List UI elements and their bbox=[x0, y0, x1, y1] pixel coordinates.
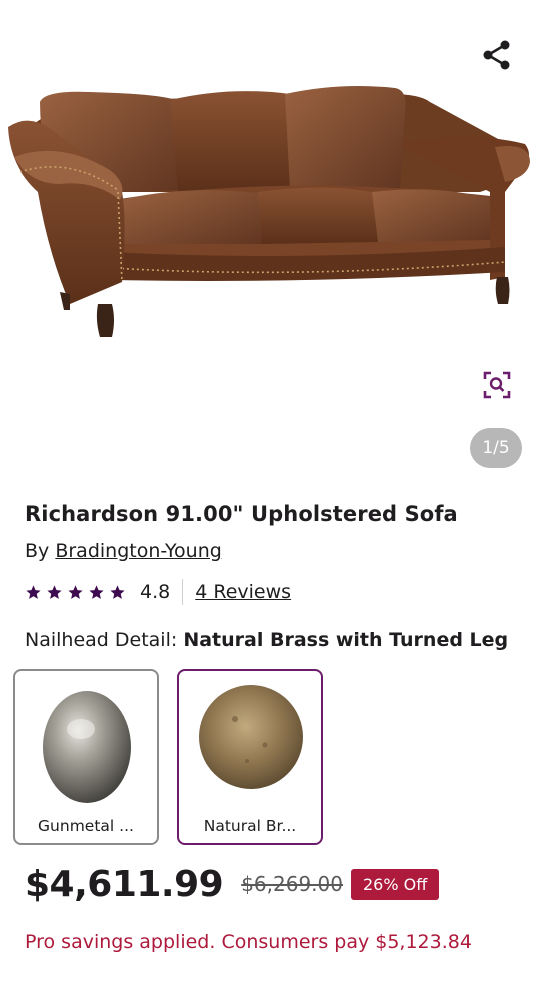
visual-search-icon bbox=[483, 371, 511, 399]
star-icon bbox=[68, 584, 83, 599]
rating-divider bbox=[182, 579, 184, 605]
reviews-link[interactable]: 4 Reviews bbox=[195, 581, 291, 603]
sale-price: $4,611.99 bbox=[25, 863, 224, 905]
brand-link[interactable]: Bradington-Young bbox=[55, 540, 222, 562]
star-rating bbox=[25, 584, 126, 601]
image-pager-badge: 1/5 bbox=[470, 428, 522, 468]
swatch-natural-brass[interactable]: Natural Br... bbox=[177, 669, 323, 845]
swatch-label: Natural Br... bbox=[203, 817, 297, 835]
star-icon bbox=[26, 584, 41, 599]
rating-row: 4.8 4 Reviews bbox=[25, 578, 291, 606]
pro-savings-message: Pro savings applied. Consumers pay $5,12… bbox=[25, 931, 472, 953]
star-icon bbox=[89, 584, 104, 599]
brand-byline: By Bradington-Young bbox=[25, 540, 222, 562]
swatch-gunmetal[interactable]: Gunmetal ... bbox=[13, 669, 159, 845]
option-name: Nailhead Detail: bbox=[25, 629, 178, 651]
star-icon bbox=[47, 584, 62, 599]
product-title: Richardson 91.00" Upholstered Sofa bbox=[25, 502, 458, 526]
gunmetal-nailhead-image bbox=[43, 691, 131, 803]
share-icon bbox=[483, 40, 510, 70]
swatch-label: Gunmetal ... bbox=[38, 817, 134, 835]
by-prefix: By bbox=[25, 540, 50, 562]
visual-search-button[interactable] bbox=[480, 368, 514, 402]
rating-value: 4.8 bbox=[140, 581, 171, 603]
discount-badge: 26% Off bbox=[351, 868, 440, 900]
product-image bbox=[8, 86, 530, 337]
share-button[interactable] bbox=[478, 36, 516, 74]
original-price: $6,269.00 bbox=[241, 872, 343, 896]
option-label: Nailhead Detail: Natural Brass with Turn… bbox=[25, 629, 508, 651]
price-row: $4,611.99 $6,269.00 26% Off bbox=[25, 862, 440, 906]
natural-brass-nailhead-image bbox=[199, 685, 303, 789]
option-selected-value: Natural Brass with Turned Leg bbox=[183, 629, 509, 651]
product-image-gallery[interactable]: 1/5 bbox=[0, 0, 538, 490]
star-icon bbox=[110, 584, 125, 599]
